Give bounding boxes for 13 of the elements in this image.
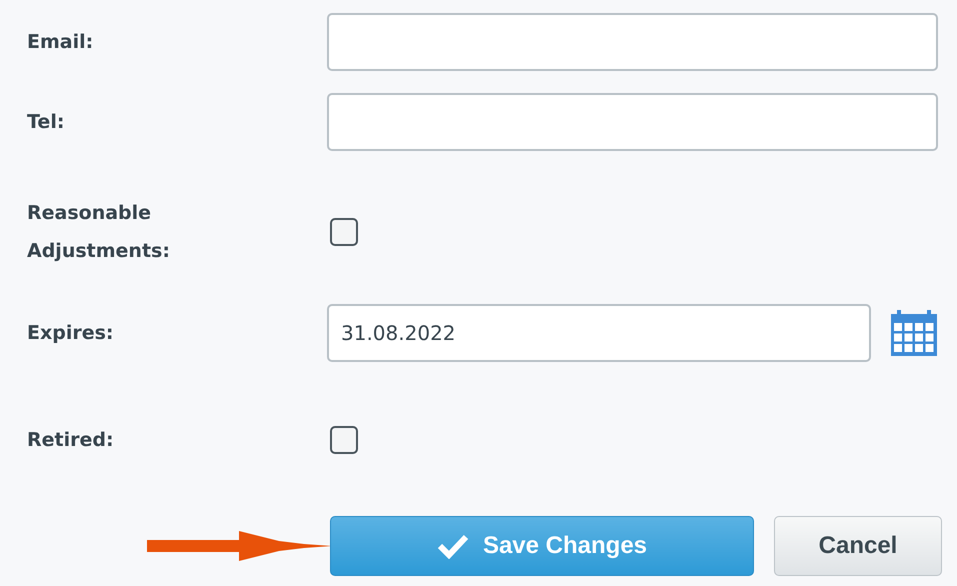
field-label: Expires: [27, 321, 115, 346]
field-label: Retired: [27, 428, 115, 453]
input-field[interactable] [327, 13, 938, 71]
cancel-button[interactable]: Cancel [774, 516, 942, 576]
field-label: Email: [27, 30, 94, 55]
checkbox[interactable] [330, 218, 358, 246]
field-label: Reasonable Adjustments: [27, 201, 171, 264]
check-icon [436, 533, 469, 559]
input-field[interactable] [327, 93, 938, 151]
checkbox[interactable] [330, 426, 358, 454]
calendar-icon[interactable] [891, 310, 937, 356]
field-label: Tel: [27, 110, 66, 135]
date-field[interactable]: 31.08.2022 [327, 304, 871, 362]
